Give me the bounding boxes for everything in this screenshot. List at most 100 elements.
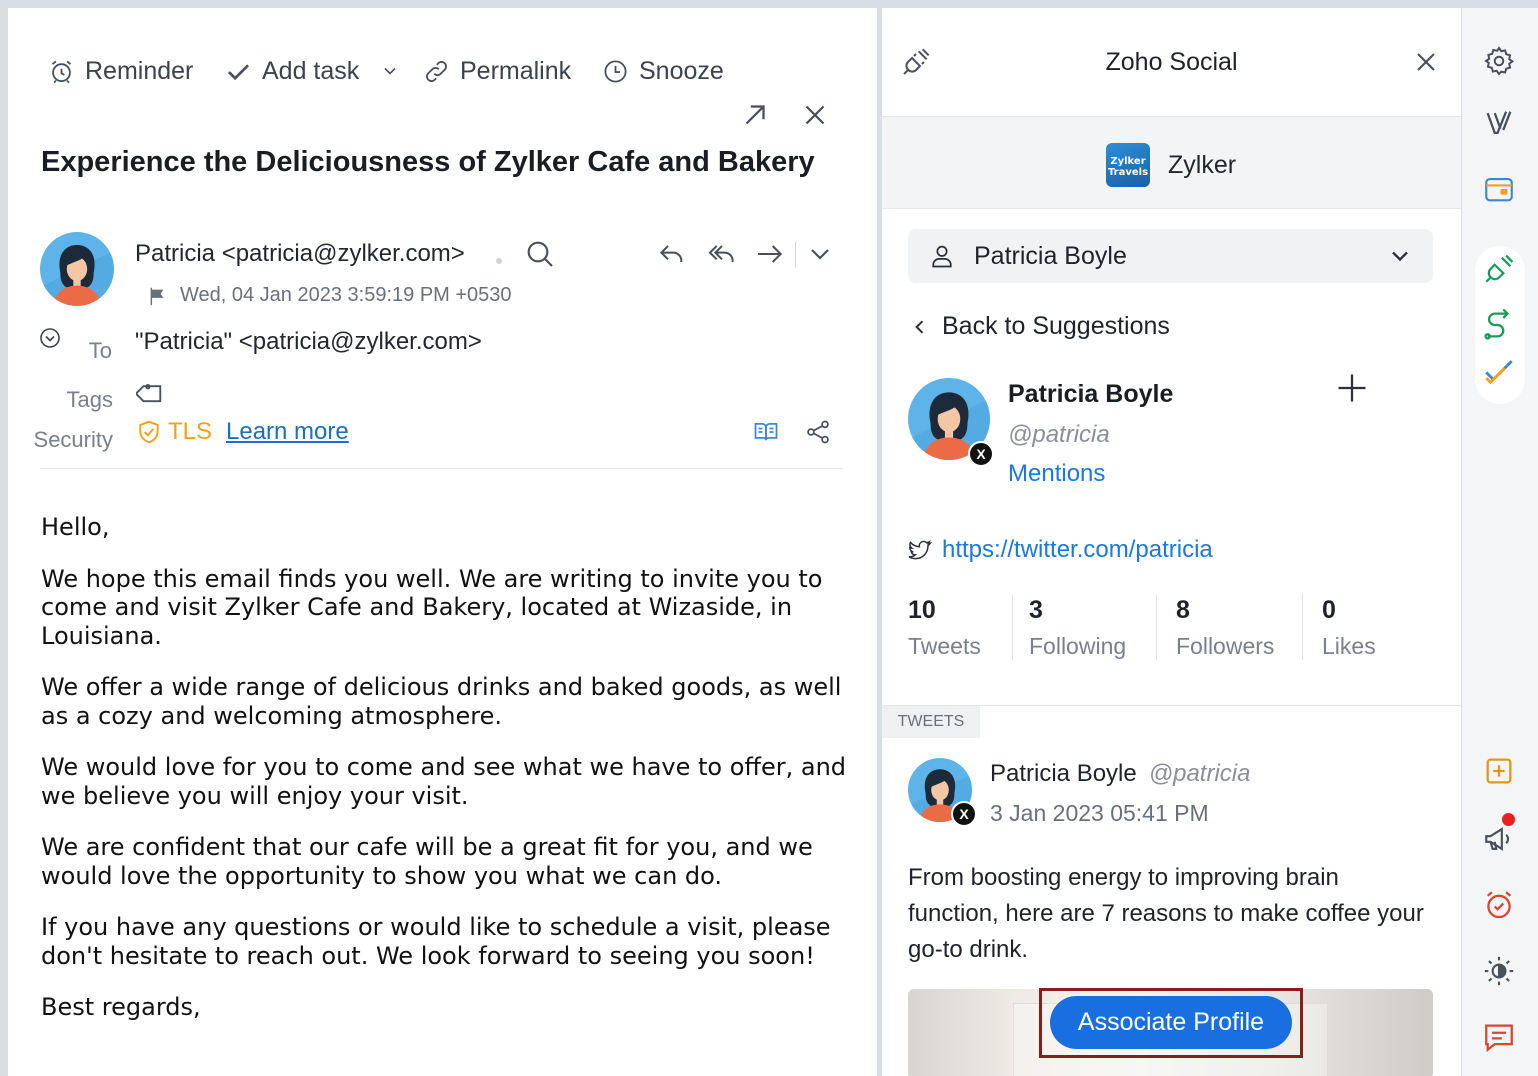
selected-profile-label: Patricia Boyle — [974, 242, 1127, 270]
theme-toggle-button[interactable] — [1482, 954, 1516, 988]
reply-icon — [656, 238, 688, 270]
tag-icon — [136, 376, 166, 406]
calendar-card-icon — [1482, 172, 1516, 206]
snooze-button[interactable]: Snooze — [602, 46, 724, 96]
forward-button[interactable] — [754, 238, 786, 270]
x-logo-icon: X — [951, 801, 977, 827]
mentions-link[interactable]: Mentions — [1008, 460, 1105, 488]
app-rail — [1462, 8, 1538, 1076]
more-actions-button[interactable] — [804, 238, 836, 270]
body-paragraph: We hope this email finds you well. We ar… — [41, 564, 823, 650]
back-to-suggestions-link[interactable]: Back to Suggestions — [910, 312, 1170, 341]
sender-address[interactable]: Patricia <patricia@zylker.com> — [135, 240, 465, 268]
x-logo-icon: X — [968, 441, 994, 467]
email-date: Wed, 04 Jan 2023 3:59:19 PM +0530 — [180, 284, 512, 306]
chevron-down-icon — [380, 61, 400, 81]
stat-divider — [1156, 594, 1157, 660]
tweet-author: Patricia Boyle @patricia — [990, 760, 1250, 788]
stat-divider — [1302, 594, 1303, 660]
stat-label: Likes — [1322, 633, 1376, 659]
add-task-dropdown[interactable] — [380, 46, 400, 96]
tags-label: Tags — [66, 387, 113, 412]
chat-icon — [1482, 1020, 1516, 1054]
clock-icon — [602, 58, 629, 85]
twitter-profile-link[interactable]: https://twitter.com/patricia — [908, 536, 1213, 564]
reminders-button[interactable] — [1482, 888, 1516, 922]
close-panel-button[interactable] — [1410, 46, 1442, 78]
search-icon — [524, 238, 556, 270]
gear-icon — [1482, 44, 1516, 78]
stat-label: Tweets — [908, 633, 981, 659]
vani-button[interactable] — [1482, 106, 1516, 140]
reading-mode-button[interactable] — [752, 418, 780, 446]
body-paragraph: We are confident that our cafe will be a… — [41, 833, 813, 890]
add-tag-button[interactable] — [136, 376, 166, 406]
zoho-social-button[interactable] — [1482, 252, 1516, 286]
share-icon — [804, 418, 832, 446]
reply-all-icon — [706, 238, 738, 270]
to-label: To — [88, 338, 112, 363]
body-paragraph: We would love for you to come and see wh… — [41, 753, 847, 810]
stat-label: Followers — [1176, 633, 1275, 659]
email-pane: Reminder Add task Permalink Snooze Exper… — [8, 8, 877, 1076]
search-sender-button[interactable] — [524, 238, 556, 270]
stat-likes: 0 Likes — [1322, 596, 1376, 668]
chevron-down-icon — [1386, 242, 1414, 270]
share-button[interactable] — [804, 418, 832, 446]
body-paragraph: We offer a wide range of delicious drink… — [41, 673, 842, 730]
link-icon — [423, 58, 450, 85]
body-paragraph: Best regards, — [41, 993, 201, 1021]
tasks-button[interactable] — [1482, 354, 1516, 388]
close-email-button[interactable] — [798, 98, 832, 132]
brand-bar: Zylker Travels Zylker — [882, 116, 1461, 209]
chat-button[interactable] — [1482, 1020, 1516, 1054]
tweet-author-name: Patricia Boyle — [990, 760, 1137, 787]
close-icon — [798, 98, 832, 132]
email-subject: Experience the Deliciousness of Zylker C… — [41, 146, 815, 178]
chevron-left-icon — [910, 317, 930, 337]
forward-icon — [754, 238, 786, 270]
pop-out-button[interactable] — [738, 98, 772, 132]
add-profile-button[interactable] — [1334, 370, 1370, 406]
stat-number: 0 — [1322, 596, 1336, 624]
body-paragraph: Hello, — [41, 513, 110, 541]
add-task-label: Add task — [262, 56, 360, 85]
snooze-label: Snooze — [639, 56, 724, 85]
route-button[interactable] — [1482, 308, 1516, 342]
announcements-button[interactable] — [1482, 822, 1516, 856]
add-note-button[interactable] — [1482, 754, 1516, 788]
stat-number: 10 — [908, 596, 936, 624]
date-row: Wed, 04 Jan 2023 3:59:19 PM +0530 — [146, 284, 512, 307]
shield-check-icon — [136, 419, 162, 445]
add-note-icon — [1482, 754, 1516, 788]
reminder-button[interactable]: Reminder — [48, 46, 193, 96]
panel-title: Zoho Social — [1105, 48, 1238, 76]
twitter-bird-icon — [908, 538, 932, 562]
tweet-text: From boosting energy to improving brain … — [908, 864, 1424, 963]
expand-details-toggle[interactable] — [38, 326, 62, 350]
user-icon — [928, 242, 956, 270]
notification-dot — [1502, 813, 1515, 826]
back-link-label: Back to Suggestions — [942, 312, 1170, 340]
reply-all-button[interactable] — [706, 238, 738, 270]
settings-button[interactable] — [1482, 44, 1516, 78]
alarm-clock-icon — [48, 58, 75, 85]
to-address[interactable]: "Patricia" <patricia@zylker.com> — [135, 328, 482, 356]
permalink-label: Permalink — [460, 56, 572, 85]
plus-icon — [1334, 370, 1370, 406]
reply-button[interactable] — [656, 238, 688, 270]
zoho-social-pane: Zoho Social Zylker Travels Zylker Patric… — [882, 8, 1461, 1076]
tls-label: TLS — [168, 418, 213, 445]
add-task-button[interactable]: Add task — [225, 46, 359, 96]
profile-dropdown[interactable]: Patricia Boyle — [908, 229, 1433, 283]
flag-icon[interactable] — [146, 285, 168, 307]
sender-avatar — [40, 232, 114, 306]
learn-more-link[interactable]: Learn more — [226, 418, 349, 446]
permalink-button[interactable]: Permalink — [423, 46, 571, 96]
tweets-tab[interactable]: TWEETS — [882, 706, 980, 738]
brand-name: Zylker — [1168, 151, 1237, 179]
calendar-button[interactable] — [1482, 172, 1516, 206]
stat-followers: 8 Followers — [1176, 596, 1274, 668]
stat-following: 3 Following — [1029, 596, 1126, 668]
associate-profile-button[interactable]: Associate Profile — [1050, 996, 1292, 1049]
